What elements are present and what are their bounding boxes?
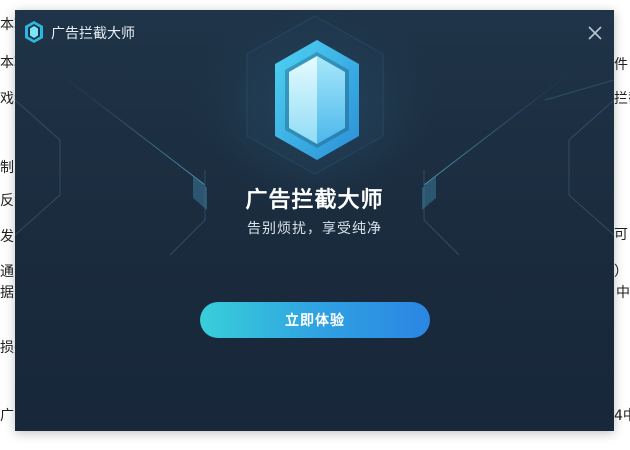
background-text: 拦截: [614, 91, 630, 107]
main-title: 广告拦截大师: [245, 188, 384, 213]
window-title: 广告拦截大师: [51, 26, 135, 42]
try-now-button[interactable]: 立即体验: [200, 302, 430, 338]
background-text: 广: [0, 408, 14, 424]
shield-icon: [275, 40, 359, 160]
background-text: 4中: [614, 408, 630, 424]
background-text: 制: [0, 160, 14, 176]
shield-logo-icon: [25, 21, 43, 43]
close-icon[interactable]: [584, 22, 606, 44]
background-text: 发: [0, 229, 14, 245]
background-text: 可: [614, 227, 628, 243]
subtitle: 告别烦扰，享受纯净: [247, 221, 382, 237]
background-text: 通: [0, 264, 14, 280]
background-text: ）: [614, 264, 628, 280]
background-text: 件: [614, 57, 628, 73]
ad-blocker-dialog: 广告拦截大师 广告拦截大师 告别烦扰，享受纯净 立即体验: [15, 10, 614, 431]
background-text: 中: [616, 285, 630, 301]
background-text: 据: [0, 285, 14, 301]
